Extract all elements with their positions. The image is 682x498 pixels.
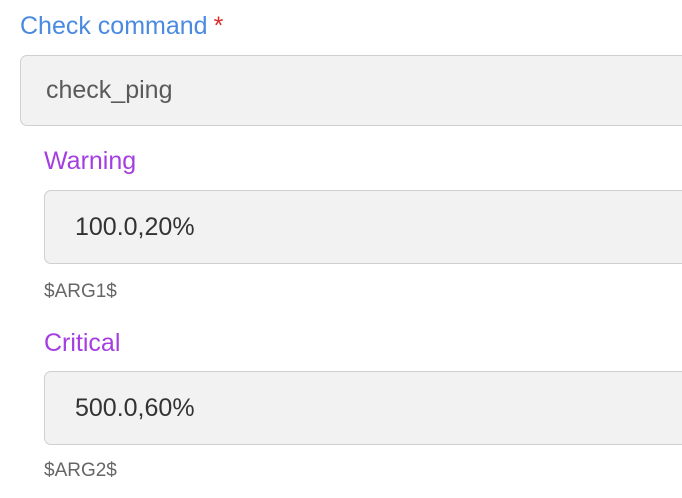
warning-arg-hint: $ARG1$	[44, 281, 117, 302]
warning-value: 100.0,20%	[75, 212, 195, 241]
critical-arg-hint: $ARG2$	[44, 460, 117, 481]
required-asterisk: *	[213, 12, 224, 40]
check-command-form: Check command * check_ping Warning 100.0,…	[0, 0, 682, 498]
check-command-label-text: Check command	[20, 12, 208, 40]
warning-label: Warning	[44, 147, 137, 175]
check-command-value: check_ping	[46, 76, 173, 104]
critical-input[interactable]: 500.0,60%	[44, 371, 682, 445]
warning-input[interactable]: 100.0,20%	[44, 190, 682, 264]
check-command-label: Check command *	[20, 10, 223, 42]
check-command-select[interactable]: check_ping	[20, 55, 682, 126]
critical-value: 500.0,60%	[75, 393, 195, 422]
critical-label: Critical	[44, 329, 121, 357]
